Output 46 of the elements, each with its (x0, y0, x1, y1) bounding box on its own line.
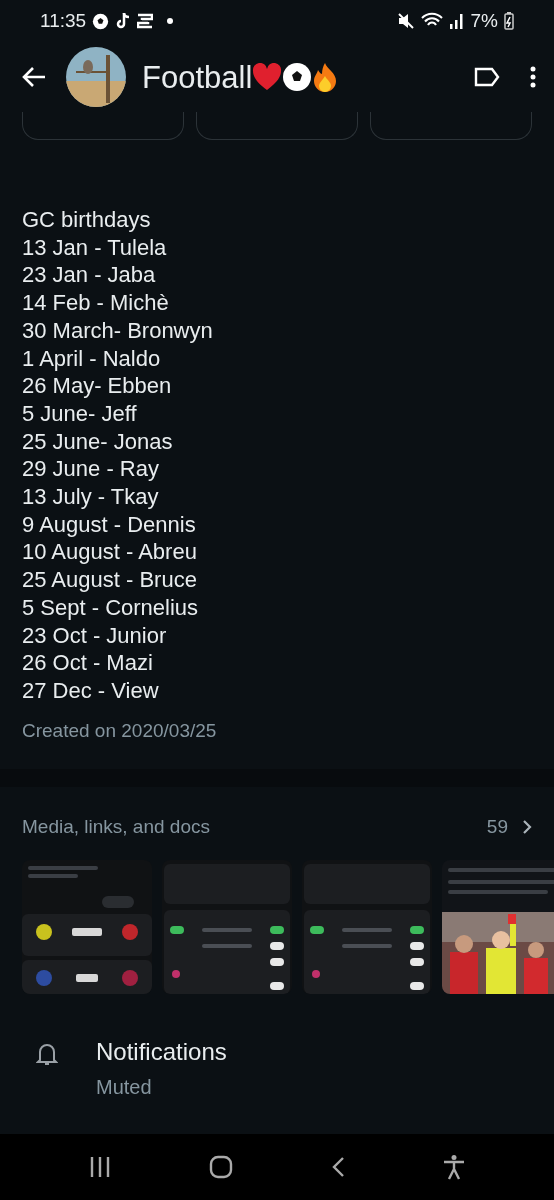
recent-apps-icon[interactable] (89, 1156, 111, 1178)
created-date: Created on 2020/03/25 (22, 718, 218, 743)
description-line: 25 June- Jonas (22, 427, 174, 456)
media-section-title: Media, links, and docs (22, 815, 210, 840)
description-line: 30 March- Bronwyn (22, 316, 214, 345)
accessibility-icon[interactable] (443, 1154, 465, 1180)
description-line: 5 June- Jeff (22, 399, 138, 428)
description-line: 13 Jan - Tulela (22, 233, 168, 262)
description-line: 26 Oct - Mazi (22, 649, 154, 677)
home-icon[interactable] (209, 1155, 233, 1179)
fire-icon (312, 62, 339, 92)
bell-icon (36, 1041, 58, 1066)
description-line: 29 June - Ray (22, 455, 160, 484)
signal-icon (448, 12, 465, 30)
description-line: 23 Jan - Jaba (22, 261, 157, 290)
dot-icon (167, 18, 174, 24)
description-line: GC birthdays (22, 206, 152, 234)
soccer-ball-icon (282, 62, 313, 92)
description-line: 23 Oct - Junior (22, 621, 168, 650)
back-arrow-icon (22, 66, 46, 88)
group-avatar[interactable] (66, 47, 126, 107)
setting-value: Muted (96, 1074, 153, 1100)
label-icon[interactable] (474, 67, 500, 87)
description-line: 26 May- Ebben (22, 372, 173, 400)
description-line: 14 Feb - Michè (22, 289, 170, 317)
description-line: 10 August - Abreu (22, 538, 198, 567)
setting-label[interactable]: Notifications (96, 1033, 227, 1070)
description-line: 27 Dec - View (22, 676, 160, 705)
music-note-icon (115, 12, 132, 30)
app-icon (137, 13, 154, 29)
battery-icon (504, 12, 514, 30)
media-count: 59 (486, 815, 508, 840)
soccer-ball-icon (92, 12, 110, 30)
more-options-icon[interactable] (530, 66, 536, 88)
back-icon[interactable] (331, 1156, 345, 1178)
description-line: 5 Sept - Cornelius (22, 593, 200, 622)
description-line: 9 August - Dennis (22, 510, 197, 539)
heart-icon (252, 63, 283, 91)
mute-icon (396, 12, 415, 30)
status-time: 11:35 (40, 8, 87, 33)
description-line: 1 April - Naldo (22, 344, 162, 373)
chevron-right-icon[interactable] (522, 819, 532, 836)
description-line: 13 July - Tkay (22, 483, 160, 511)
description-line: 25 August - Bruce (22, 566, 198, 594)
battery-percent: 7% (470, 8, 498, 33)
group-title: Football (142, 61, 253, 93)
